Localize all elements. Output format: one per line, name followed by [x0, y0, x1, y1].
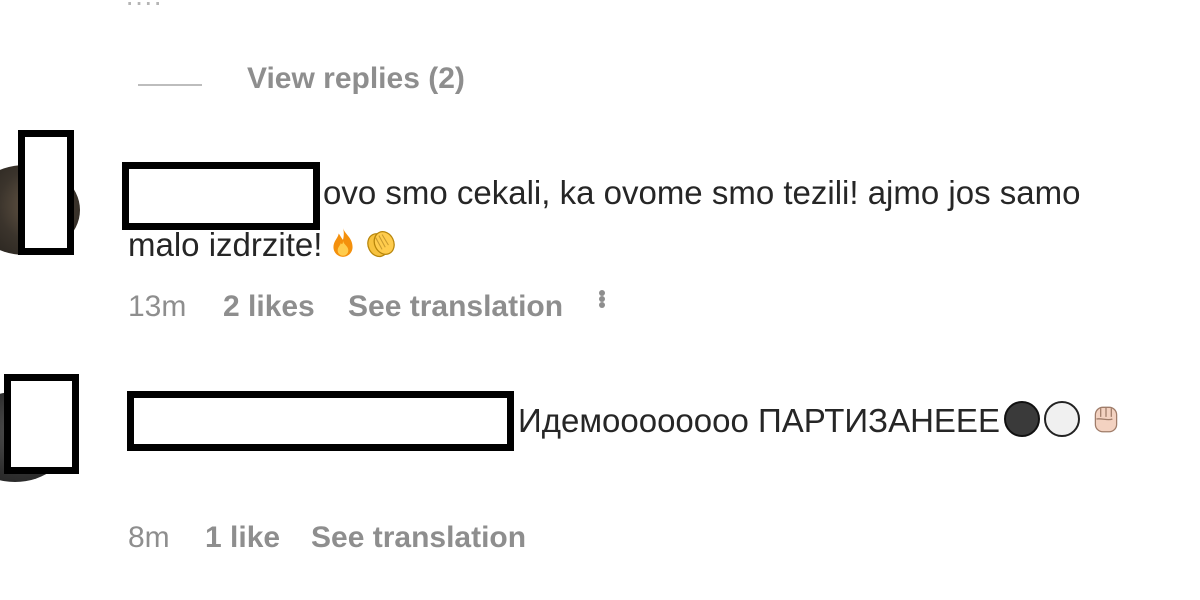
more-options-icon[interactable]	[599, 290, 605, 308]
comment-time: 13m	[128, 290, 187, 323]
redaction-box	[18, 130, 74, 255]
raised-fist-emoji	[1094, 406, 1118, 433]
replies-divider-line	[138, 84, 202, 86]
likes-count-button[interactable]: 1 like	[205, 521, 311, 555]
cutoff-previous-meta: ····	[125, 0, 163, 17]
see-translation-button[interactable]: See translation	[311, 521, 526, 555]
see-translation-button[interactable]: See translation	[348, 290, 593, 324]
redaction-box	[127, 391, 514, 451]
black-circle-emoji	[1003, 401, 1040, 437]
white-circle-emoji	[1043, 401, 1080, 437]
view-replies-button[interactable]: View replies (2)	[247, 62, 465, 96]
comment-meta: 13m 2 likes See translation	[128, 290, 605, 324]
redaction-box	[122, 162, 320, 230]
likes-count-button[interactable]: 2 likes	[223, 290, 348, 324]
redaction-box	[4, 374, 79, 474]
comment-meta: 8m 1 like See translation	[128, 521, 526, 555]
comment-time: 8m	[128, 521, 170, 554]
clapping-hands-emoji	[367, 231, 396, 258]
fire-emoji	[333, 228, 353, 257]
comment-text: Идемоооооооо ПАРТИЗАНЕЕЕ	[518, 402, 1000, 439]
